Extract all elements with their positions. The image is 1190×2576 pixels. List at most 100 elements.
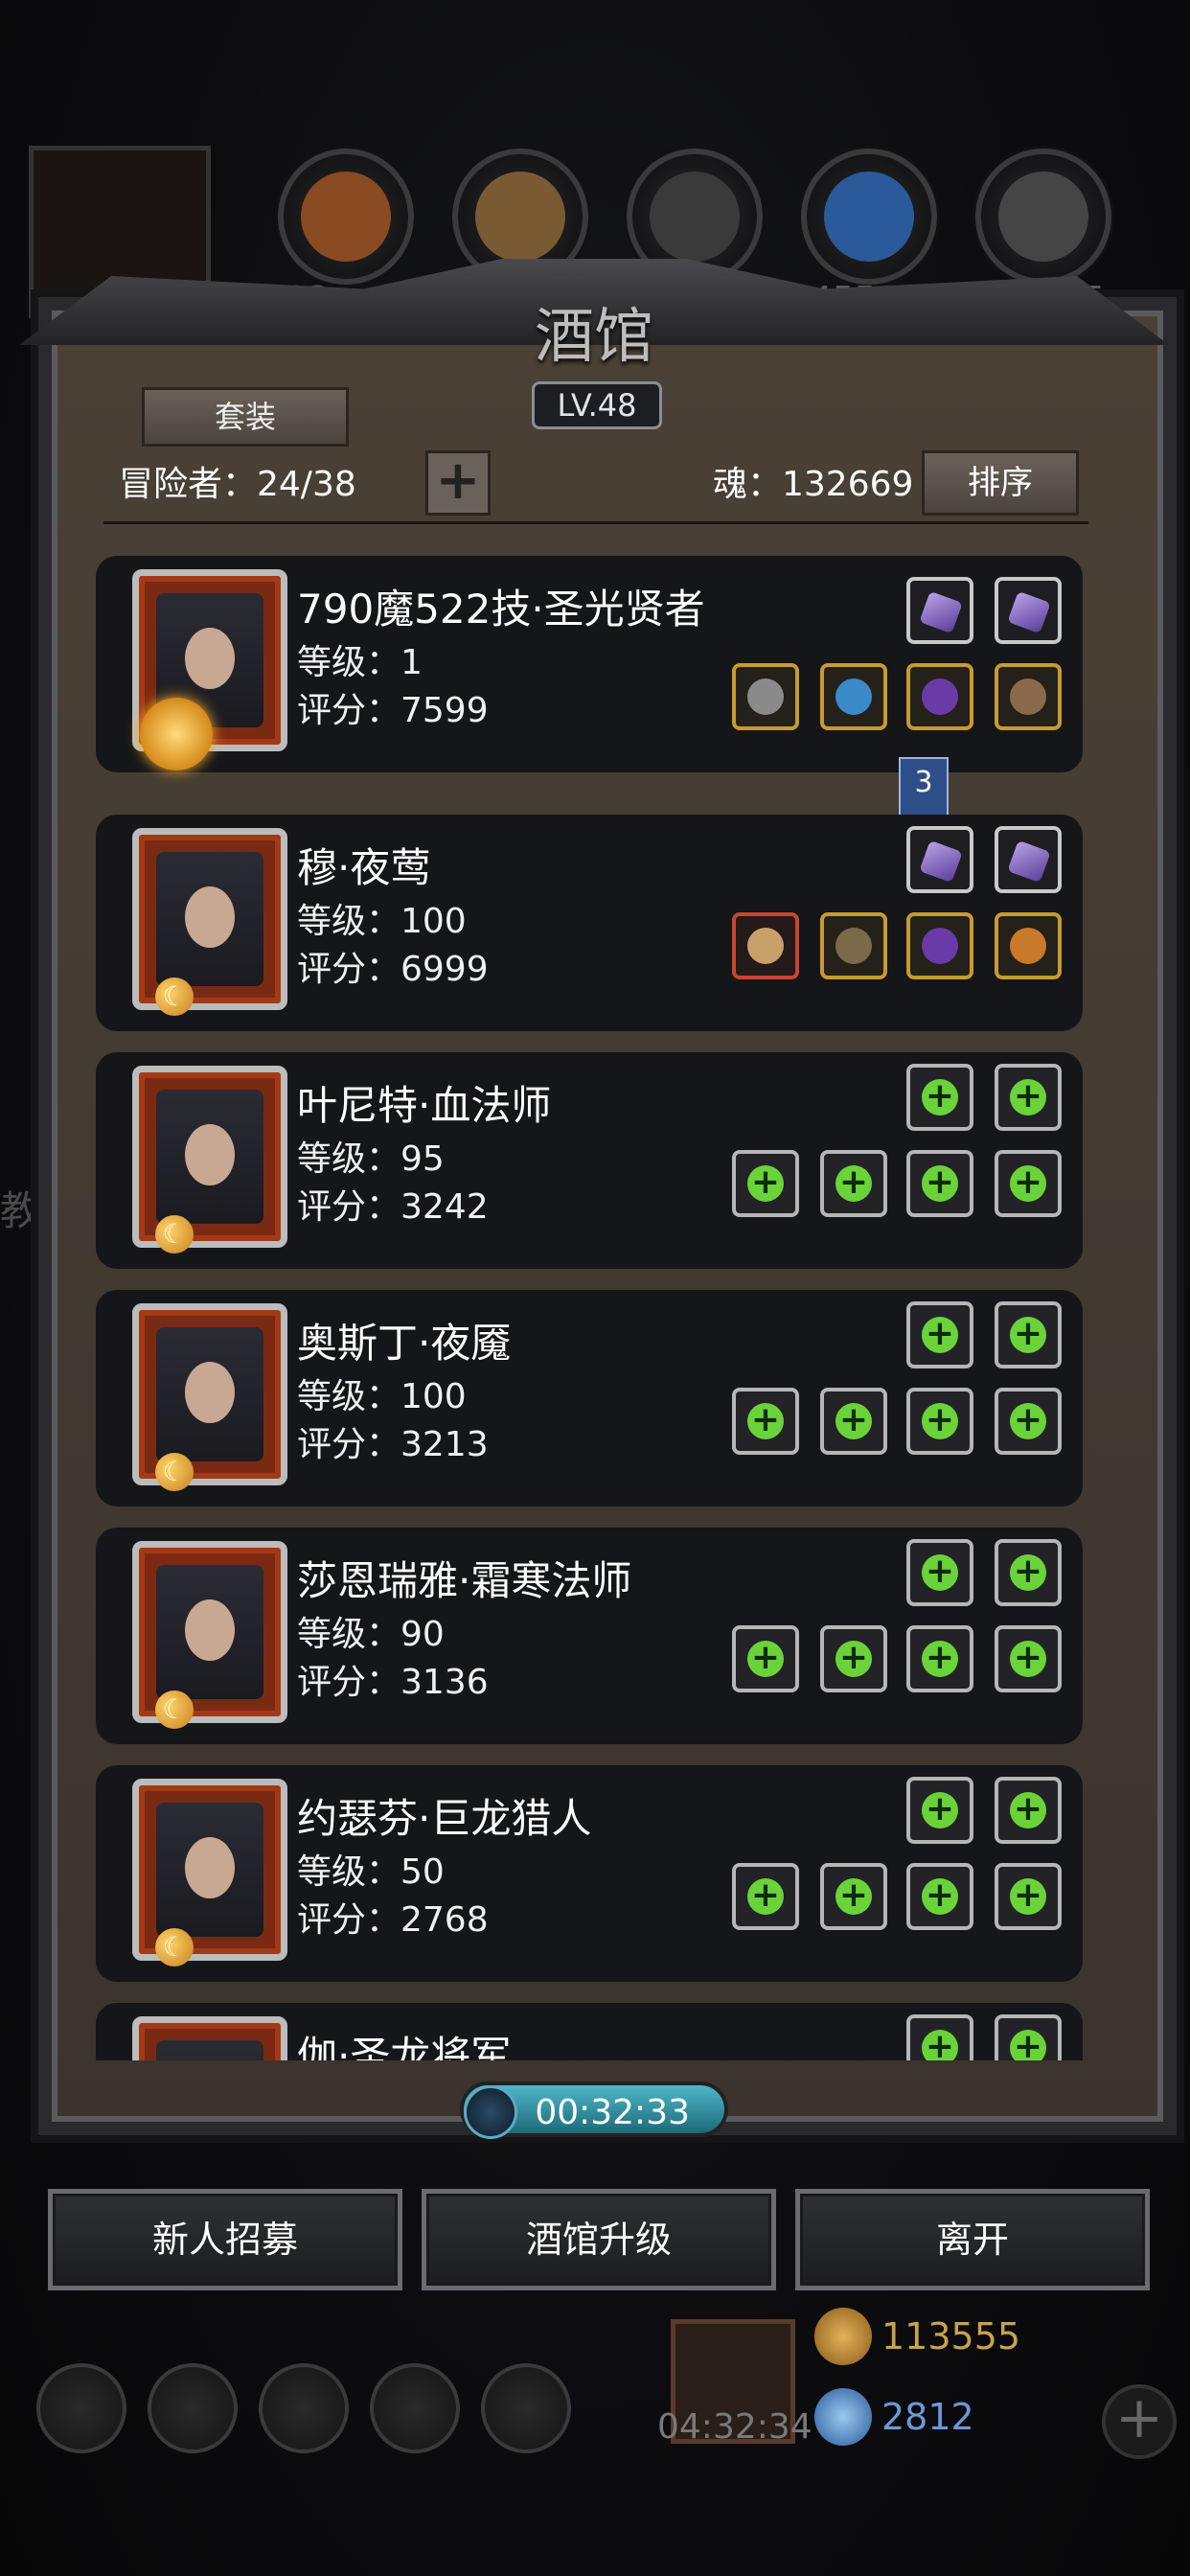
hero-card[interactable]: 伽·圣龙将军 + + <box>96 2003 1083 2060</box>
hero-card[interactable]: ☾ 穆·夜莺 等级：100 评分：6999 <box>96 815 1083 1031</box>
stack-count-badge: 3 <box>899 757 949 816</box>
add-currency-button[interactable]: + <box>1102 2384 1177 2459</box>
add-slot-button[interactable]: + <box>425 450 491 516</box>
equip-slot-weapon[interactable] <box>732 663 799 730</box>
leave-button[interactable]: 离开 <box>795 2189 1150 2290</box>
armor-icon <box>835 928 872 964</box>
gem-slot[interactable] <box>995 577 1062 644</box>
equip-slot-trinket[interactable] <box>995 663 1062 730</box>
empty-equip-slot[interactable]: + <box>995 1388 1062 1455</box>
empty-equip-slot[interactable]: + <box>906 1863 973 1930</box>
plus-icon: + <box>747 1165 784 1202</box>
hero-card[interactable]: 790魔522技·圣光贤者 等级：1 评分：7599 <box>96 556 1083 772</box>
achievement-icon[interactable] <box>148 2363 238 2453</box>
hero-portrait <box>132 1779 287 1961</box>
sort-button[interactable]: 排序 <box>922 450 1079 516</box>
hero-score: 评分：3242 <box>297 1187 489 1227</box>
plus-icon: + <box>922 1641 958 1677</box>
hero-portrait <box>132 2016 287 2060</box>
empty-gem-slot[interactable]: + <box>906 1539 973 1606</box>
empty-gem-slot[interactable]: + <box>906 2014 973 2060</box>
empty-equip-slot[interactable]: + <box>732 1150 799 1217</box>
hero-level: 等级：100 <box>297 902 467 941</box>
plus-icon: + <box>922 1792 958 1828</box>
resource-slot-ore[interactable] <box>278 149 414 285</box>
hero-card[interactable]: ☾ 奥斯丁·夜魇 等级：100 评分：3213 + + + + + + <box>96 1290 1083 1506</box>
plus-icon: + <box>747 1641 784 1677</box>
resource-slot-iron[interactable] <box>975 149 1111 285</box>
building-icon[interactable] <box>259 2363 349 2453</box>
upgrade-tavern-button[interactable]: 酒馆升级 <box>422 2189 776 2290</box>
empty-equip-slot[interactable]: + <box>820 1863 887 1930</box>
empty-equip-slot[interactable]: + <box>906 1150 973 1217</box>
adventurer-count: 冒险者：24/38 <box>119 465 356 504</box>
map-icon[interactable] <box>481 2363 571 2453</box>
empty-equip-slot[interactable]: + <box>995 1150 1062 1217</box>
plus-icon: + <box>835 1878 872 1915</box>
hero-name: 穆·夜莺 <box>297 844 431 891</box>
plus-icon: + <box>747 1403 784 1439</box>
hero-score: 评分：2768 <box>297 1900 489 1940</box>
moon-icon: ☾ <box>155 1453 194 1491</box>
tavern-level-badge: LV.48 <box>532 381 662 429</box>
empty-equip-slot[interactable]: + <box>995 1863 1062 1930</box>
empty-gem-slot[interactable]: + <box>995 1301 1062 1368</box>
hero-card[interactable]: ☾ 约瑟芬·巨龙猎人 等级：50 评分：2768 + + + + + + <box>96 1765 1083 1982</box>
hero-list[interactable]: 790魔522技·圣光贤者 等级：1 评分：7599 3 ☾ 穆·夜莺 等级：1… <box>96 556 1083 2060</box>
empty-equip-slot[interactable]: + <box>995 1625 1062 1692</box>
gem-slot[interactable] <box>906 577 973 644</box>
moon-icon: ☾ <box>155 978 194 1016</box>
hero-card[interactable]: ☾ 莎恩瑞雅·霜寒法师 等级：90 评分：3136 + + + + + + <box>96 1528 1083 1744</box>
empty-gem-slot[interactable]: + <box>906 1777 973 1844</box>
hero-score: 评分：7599 <box>297 691 489 730</box>
settings-icon[interactable] <box>36 2363 126 2453</box>
gem-value: 2812 <box>881 2396 974 2438</box>
equip-slot-ring[interactable] <box>995 912 1062 979</box>
hero-portrait <box>132 1303 287 1485</box>
gem-display: 2812 <box>814 2388 974 2446</box>
gem-slot[interactable] <box>906 826 973 893</box>
soul-count: 魂：132669 <box>713 465 914 504</box>
hero-level: 等级：50 <box>297 1852 445 1892</box>
suit-button[interactable]: 套装 <box>142 387 349 447</box>
recruit-button[interactable]: 新人招募 <box>48 2189 402 2290</box>
empty-gem-slot[interactable]: + <box>995 1777 1062 1844</box>
plus-icon: + <box>1010 1554 1046 1591</box>
gold-display: 113555 <box>814 2308 1020 2365</box>
equip-slot-armor[interactable] <box>820 663 887 730</box>
plus-icon: + <box>835 1403 872 1439</box>
equip-slot-weapon[interactable] <box>732 912 799 979</box>
hero-name: 伽·圣龙将军 <box>297 2033 512 2060</box>
empty-gem-slot[interactable]: + <box>995 1064 1062 1131</box>
clock-icon <box>464 2085 517 2139</box>
empty-equip-slot[interactable]: + <box>906 1625 973 1692</box>
hero-card[interactable]: ☾ 叶尼特·血法师 等级：95 评分：3242 + + + + + + <box>96 1052 1083 1269</box>
empty-equip-slot[interactable]: + <box>732 1388 799 1455</box>
empty-gem-slot[interactable]: + <box>906 1064 973 1131</box>
empty-equip-slot[interactable]: + <box>732 1625 799 1692</box>
awakening-badge-icon <box>140 698 213 770</box>
plus-icon: + <box>835 1165 872 1202</box>
trinket-icon <box>1010 678 1046 715</box>
equip-slot-armor[interactable] <box>820 912 887 979</box>
spear-icon <box>747 928 784 964</box>
plus-icon: + <box>922 1165 958 1202</box>
empty-equip-slot[interactable]: + <box>820 1150 887 1217</box>
resource-slot-crystal[interactable] <box>801 149 937 285</box>
empty-equip-slot[interactable]: + <box>906 1388 973 1455</box>
empty-equip-slot[interactable]: + <box>732 1863 799 1930</box>
empty-gem-slot[interactable]: + <box>906 1301 973 1368</box>
plus-icon: + <box>922 1554 958 1591</box>
equip-slot-accessory[interactable] <box>906 912 973 979</box>
hero-portrait <box>132 1541 287 1723</box>
empty-equip-slot[interactable]: + <box>820 1388 887 1455</box>
mail-icon[interactable] <box>370 2363 460 2453</box>
empty-equip-slot[interactable]: + <box>820 1625 887 1692</box>
equip-slot-accessory[interactable] <box>906 663 973 730</box>
hero-name: 奥斯丁·夜魇 <box>297 1320 512 1367</box>
empty-gem-slot[interactable]: + <box>995 1539 1062 1606</box>
empty-gem-slot[interactable]: + <box>995 2014 1062 2060</box>
gem-slot[interactable] <box>995 826 1062 893</box>
hero-portrait <box>132 828 287 1010</box>
plus-icon: + <box>922 1878 958 1915</box>
